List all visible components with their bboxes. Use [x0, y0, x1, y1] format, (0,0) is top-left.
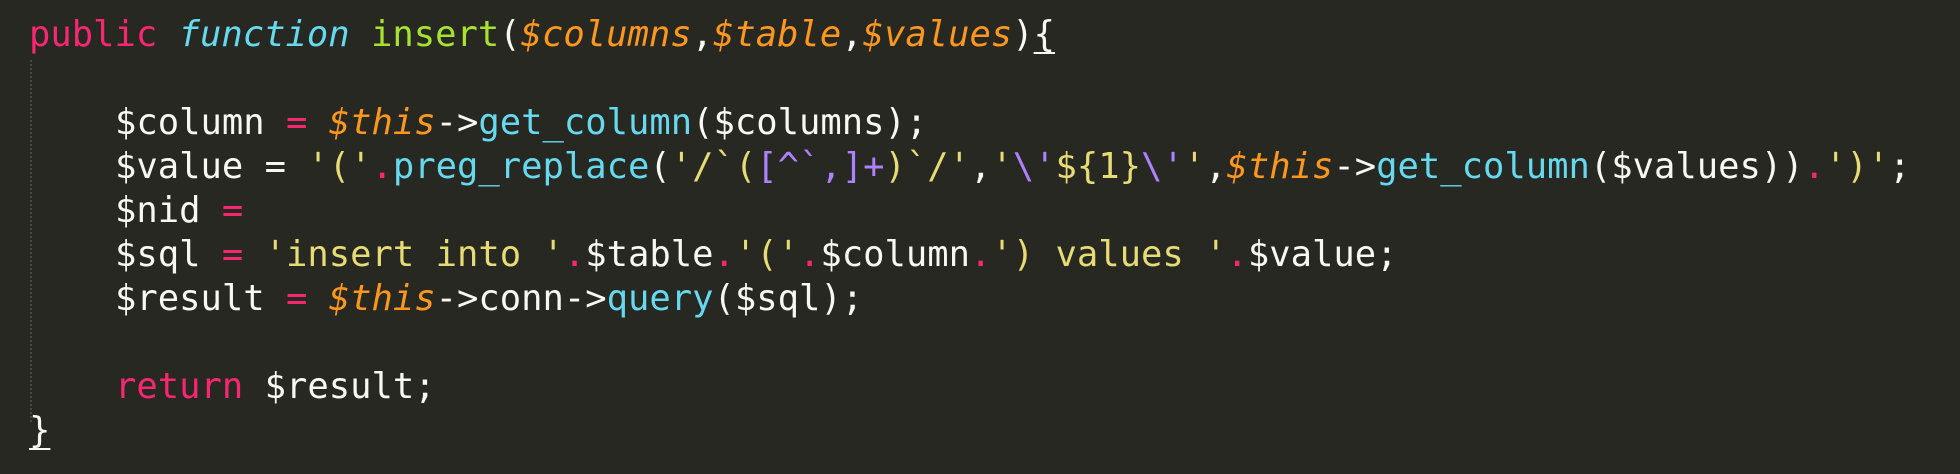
code-line-return: return $result;	[29, 365, 1960, 409]
call-args: ($columns);	[692, 102, 928, 143]
string-literal: '('	[307, 146, 372, 187]
string-quote: '	[1183, 146, 1206, 187]
code-line-sql: $sql = 'insert into '.$table.'('.$column…	[29, 233, 1960, 277]
param-table: $table	[712, 14, 842, 55]
concat-dot: .	[371, 146, 393, 187]
code-line-column: $column = $this->get_column($columns);	[29, 101, 1960, 145]
string-literal: ') values '	[991, 234, 1227, 275]
keyword-return: return	[115, 366, 244, 407]
operator-assign: =	[200, 190, 244, 231]
var-result: $result	[115, 278, 265, 319]
code-line-close: }	[29, 409, 1960, 453]
arrow-op: ->	[435, 102, 479, 143]
escape-sequence: \'	[1140, 146, 1184, 187]
string-literal: 'insert into '	[264, 234, 564, 275]
concat-dot: .	[798, 234, 821, 275]
var-column: $column	[820, 234, 970, 275]
string-quote: '	[991, 146, 1013, 187]
var-column: $column	[115, 102, 265, 143]
concat-dot: .	[563, 234, 586, 275]
code-line-value: $value = '('.preg_replace('/`([^`,]+)`/'…	[29, 145, 1960, 189]
function-preg-replace: preg_replace	[392, 146, 650, 187]
arrow-op: ->conn->	[435, 278, 607, 319]
escape-sequence: \'	[1012, 146, 1056, 187]
comma: ,	[841, 14, 863, 55]
keyword-public: public	[29, 14, 158, 55]
string-literal: '('	[734, 234, 799, 275]
code-line-nid: $nid =	[29, 189, 1960, 233]
call-args: ($sql);	[713, 278, 864, 319]
operator-assign: =	[264, 278, 329, 319]
param-values: $values	[862, 14, 1013, 55]
concat-dot: .	[713, 234, 735, 275]
operator-assign: =	[200, 234, 265, 275]
var-sql: $sql	[115, 234, 201, 275]
string-literal: ')'	[1824, 146, 1890, 187]
operator-assign: =	[264, 102, 329, 143]
regex-string-start: '/`(	[670, 146, 757, 187]
indent-guide	[30, 60, 32, 422]
concat-dot: .	[1803, 146, 1825, 187]
function-name: insert	[370, 14, 500, 55]
code-line-result: $result = $this->conn->query($sql);	[29, 277, 1960, 321]
comma: ,	[691, 14, 713, 55]
comma: ,	[1205, 146, 1227, 187]
brace-open: {	[1033, 14, 1055, 55]
code-editor[interactable]: public function insert($columns,$table,$…	[0, 0, 1960, 474]
concat-dot: .	[1226, 234, 1248, 275]
param-columns: $columns	[520, 14, 692, 55]
this-keyword: $this	[328, 102, 436, 143]
paren-open: (	[649, 146, 671, 187]
method-get-column: get_column	[478, 102, 693, 143]
code-line-1: public function insert($columns,$table,$…	[29, 13, 1960, 57]
comma: ,	[969, 146, 992, 187]
method-get-column: get_column	[1376, 146, 1590, 187]
regex-string-end: )`/'	[884, 146, 970, 187]
brace-close: }	[29, 410, 51, 451]
paren-close: )	[1012, 14, 1034, 55]
var-nid: $nid	[115, 190, 201, 231]
this-keyword: $this	[1226, 146, 1334, 187]
regex-char-class: [^`,]+	[756, 146, 885, 187]
method-query: query	[606, 278, 714, 319]
operator-assign: =	[243, 146, 308, 187]
keyword-function: function	[178, 14, 350, 55]
semicolon: ;	[1889, 146, 1911, 187]
this-keyword: $this	[328, 278, 436, 319]
return-value: $result;	[243, 366, 436, 407]
var-value: $value;	[1247, 234, 1398, 275]
var-value: $value	[115, 146, 244, 187]
call-args: ($values))	[1589, 146, 1804, 187]
concat-dot: .	[969, 234, 992, 275]
string-backref: ${1}	[1055, 146, 1141, 187]
arrow-op: ->	[1333, 146, 1377, 187]
paren-open: (	[499, 14, 521, 55]
var-table: $table	[585, 234, 714, 275]
